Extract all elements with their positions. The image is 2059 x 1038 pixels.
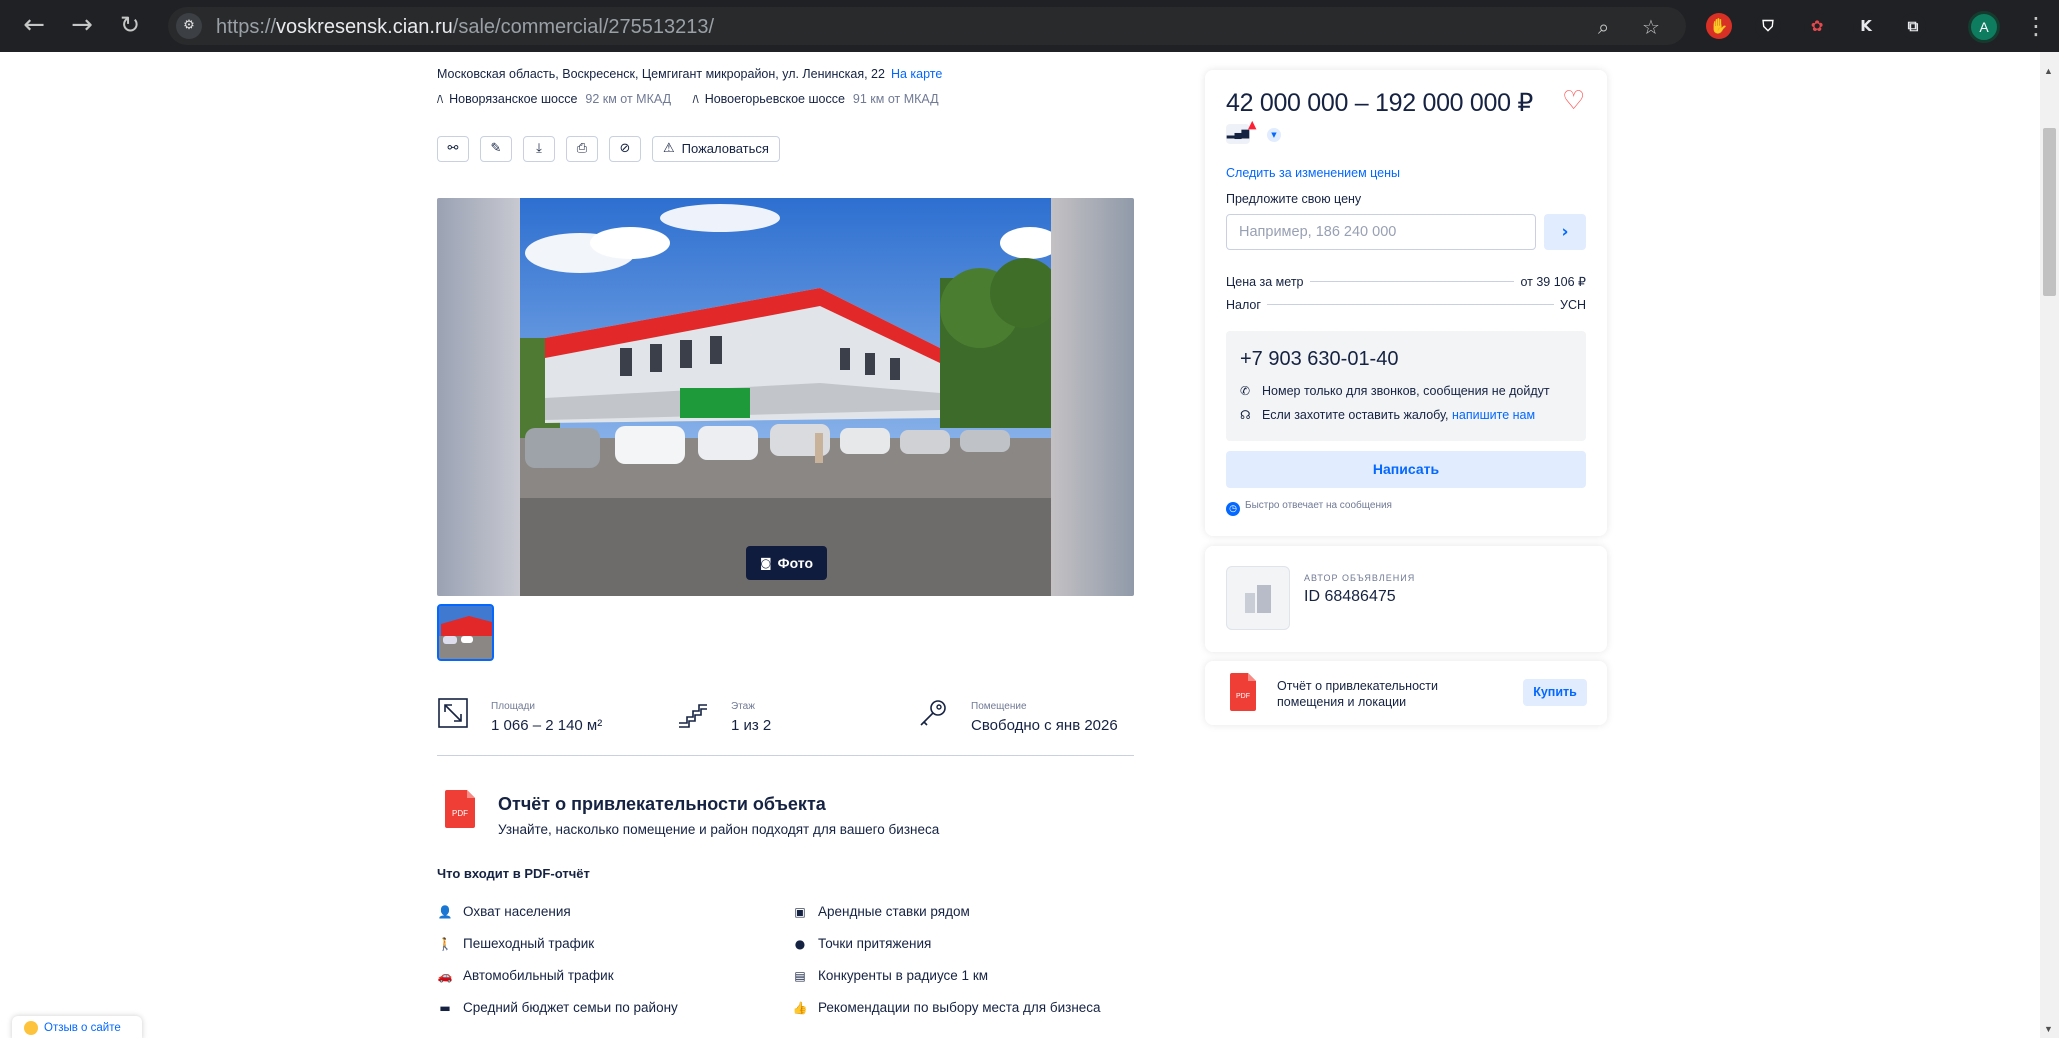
k-extension-icon[interactable]: K bbox=[1853, 13, 1879, 39]
price-history-chart-icon[interactable]: ▂▄▆ bbox=[1226, 124, 1250, 144]
share-button[interactable]: ⚯ bbox=[437, 136, 469, 162]
road-icon: /\ bbox=[437, 94, 444, 106]
bookmark-star-icon[interactable]: ☆ bbox=[1642, 15, 1660, 39]
author-label: АВТОР ОБЪЯВЛЕНИЯ bbox=[1304, 573, 1416, 583]
map-link[interactable]: На карте bbox=[891, 67, 942, 81]
price-per-meter-row: Цена за метр от 39 106 ₽ bbox=[1226, 275, 1586, 289]
report-item: ▬ Средний бюджет семьи по району bbox=[437, 1000, 677, 1015]
svg-text:PDF: PDF bbox=[1236, 693, 1250, 700]
chevron-down-icon[interactable]: ▼ bbox=[1267, 128, 1281, 142]
report-item: 🚶 Пешеходный трафик bbox=[437, 936, 595, 951]
listing-price: 42 000 000 – 192 000 000 ₽ bbox=[1226, 89, 1533, 117]
forward-icon[interactable]: → bbox=[68, 12, 96, 40]
listing-features: Площади 1 066 – 2 140 м² Этаж 1 из 2 Пом… bbox=[437, 690, 1134, 756]
building-placeholder-icon bbox=[1245, 585, 1271, 613]
complain-button[interactable]: ⚠ Пожаловаться bbox=[652, 136, 780, 162]
page-scrollbar[interactable]: ▲ ▼ bbox=[2040, 52, 2059, 1038]
warning-icon: ⚠ bbox=[663, 141, 675, 156]
scroll-thumb[interactable] bbox=[2043, 128, 2056, 296]
svg-text:PDF: PDF bbox=[452, 809, 468, 818]
zoom-icon[interactable]: ⌕ bbox=[1598, 15, 1609, 39]
pdf-file-icon: PDF bbox=[445, 790, 475, 828]
thumbs-up-icon: 👍 bbox=[792, 1001, 808, 1015]
offer-submit-button[interactable]: › bbox=[1544, 214, 1586, 250]
phone-number[interactable]: +7 903 630-01-40 bbox=[1240, 348, 1398, 371]
tax-row: Налог УСН bbox=[1226, 298, 1586, 312]
report-item: ▣ Арендные ставки рядом bbox=[792, 904, 969, 919]
author-card[interactable]: АВТОР ОБЪЯВЛЕНИЯ ID 68486475 bbox=[1205, 546, 1607, 652]
author-id: ID 68486475 bbox=[1304, 588, 1396, 605]
offer-price-label: Предложите свою цену bbox=[1226, 192, 1362, 206]
report-item: 👍 Рекомендации по выбору места для бизнес… bbox=[792, 1000, 1101, 1015]
complaint-note: ☊ Если захотите оставить жалобу, напишите… bbox=[1240, 408, 1536, 422]
write-message-button[interactable]: Написать bbox=[1226, 451, 1586, 488]
hide-button[interactable]: ⊘ bbox=[609, 136, 641, 162]
report-item: 🚗 Автомобильный трафик bbox=[437, 968, 614, 983]
highways-list: /\ Новорязанское шоссе 92 км от МКАД /\ Нов… bbox=[437, 92, 957, 106]
browser-toolbar: ← → ↻ ⚙ https://voskresensk.cian.ru/sale… bbox=[0, 0, 2059, 52]
camera-icon: ◙ bbox=[759, 556, 772, 570]
favorite-heart-icon[interactable]: ♡ bbox=[1562, 88, 1585, 114]
print-button[interactable]: ⎙ bbox=[566, 136, 598, 162]
site-info-icon[interactable]: ⚙ bbox=[176, 13, 202, 39]
complaint-link[interactable]: напишите нам bbox=[1452, 408, 1535, 422]
buy-report-button[interactable]: Купить bbox=[1523, 679, 1587, 706]
browser-menu-icon[interactable]: ⋮ bbox=[2024, 12, 2048, 40]
highway-item: /\ Новоегорьевское шоссе 91 км от МКАД bbox=[692, 92, 939, 106]
price-up-arrow-icon: ▲ bbox=[1248, 118, 1257, 131]
highway-item: /\ Новорязанское шоссе 92 км от МКАД bbox=[437, 92, 672, 106]
follow-price-link[interactable]: Следить за изменением цены bbox=[1226, 166, 1400, 180]
shield-extension-icon[interactable]: ⛉ bbox=[1755, 13, 1781, 39]
adblock-extension-icon[interactable]: ✋ bbox=[1706, 13, 1732, 39]
shop-icon: ▤ bbox=[794, 969, 806, 983]
site-feedback-button[interactable]: Отзыв о сайте bbox=[12, 1016, 142, 1038]
smile-icon bbox=[24, 1021, 38, 1035]
translator-extension-icon[interactable]: ✿ bbox=[1804, 13, 1830, 39]
phone-icon: ✆ bbox=[1240, 384, 1251, 398]
offer-price-input[interactable] bbox=[1226, 214, 1536, 250]
road-icon: /\ bbox=[692, 94, 699, 106]
rent-icon: ▣ bbox=[794, 905, 806, 919]
back-icon[interactable]: ← bbox=[20, 12, 48, 40]
report-item: ▤ Конкуренты в радиусе 1 км bbox=[792, 968, 988, 983]
profile-avatar[interactable]: A bbox=[1968, 11, 2000, 43]
price-card: 42 000 000 – 192 000 000 ₽ ♡ ▂▄▆ ▲ ▼ Сле… bbox=[1205, 70, 1607, 536]
report-title: Отчёт о привлекательности объекта bbox=[498, 794, 826, 814]
stairs-icon bbox=[679, 704, 707, 728]
extensions-puzzle-icon[interactable]: ⧉ bbox=[1900, 13, 1926, 39]
scroll-up-icon[interactable]: ▲ bbox=[2044, 66, 2053, 76]
listing-address: Московская область, Воскресенск, Цемгига… bbox=[437, 67, 943, 81]
report-item: ● Точки притяжения bbox=[792, 936, 932, 951]
people-icon: 👤 bbox=[437, 905, 453, 919]
note-button[interactable]: ✎ bbox=[480, 136, 512, 162]
photo-count-button[interactable]: ◙ Фото bbox=[746, 546, 827, 580]
key-icon bbox=[920, 700, 946, 726]
headset-icon: ☊ bbox=[1240, 408, 1251, 422]
reload-icon[interactable]: ↻ bbox=[116, 12, 144, 40]
main-photo[interactable] bbox=[520, 198, 1051, 596]
download-button[interactable]: ⤓ bbox=[523, 136, 555, 162]
address-bar[interactable]: ⚙ https://voskresensk.cian.ru/sale/comme… bbox=[168, 7, 1686, 45]
pdf-file-icon: PDF bbox=[1230, 673, 1256, 711]
report-item: 👤 Охват населения bbox=[437, 904, 571, 919]
calls-only-note: ✆ Номер только для звонков, сообщения не … bbox=[1240, 384, 1550, 398]
author-logo bbox=[1226, 566, 1290, 630]
report-subtitle: Узнайте, насколько помещение и район под… bbox=[498, 822, 940, 837]
contact-block: +7 903 630-01-40 ✆ Номер только для звонк… bbox=[1226, 331, 1586, 441]
fast-reply-note: ◷ Быстро отвечает на сообщения bbox=[1226, 500, 1392, 516]
walking-icon: 🚶 bbox=[437, 937, 453, 951]
car-icon: 🚗 bbox=[437, 969, 453, 983]
report-includes-title: Что входит в PDF-отчёт bbox=[437, 866, 590, 881]
area-icon bbox=[438, 698, 468, 728]
listing-actions: ⚯ ✎ ⤓ ⎙ ⊘ ⚠ Пожаловаться bbox=[437, 136, 780, 162]
buy-report-card: PDF Отчёт о привлекательности помещения … bbox=[1205, 661, 1607, 725]
url-text[interactable]: https://voskresensk.cian.ru/sale/commerc… bbox=[216, 16, 714, 39]
scroll-down-icon[interactable]: ▼ bbox=[2044, 1024, 2053, 1034]
photo-gallery[interactable]: ◙ Фото bbox=[437, 198, 1134, 596]
clock-icon: ◷ bbox=[1226, 502, 1240, 516]
wallet-icon: ▬ bbox=[439, 1001, 451, 1015]
location-pin-icon: ● bbox=[794, 937, 806, 951]
photo-thumbnail[interactable] bbox=[437, 604, 494, 661]
buy-report-text: Отчёт о привлекательности помещения и ло… bbox=[1277, 679, 1438, 709]
